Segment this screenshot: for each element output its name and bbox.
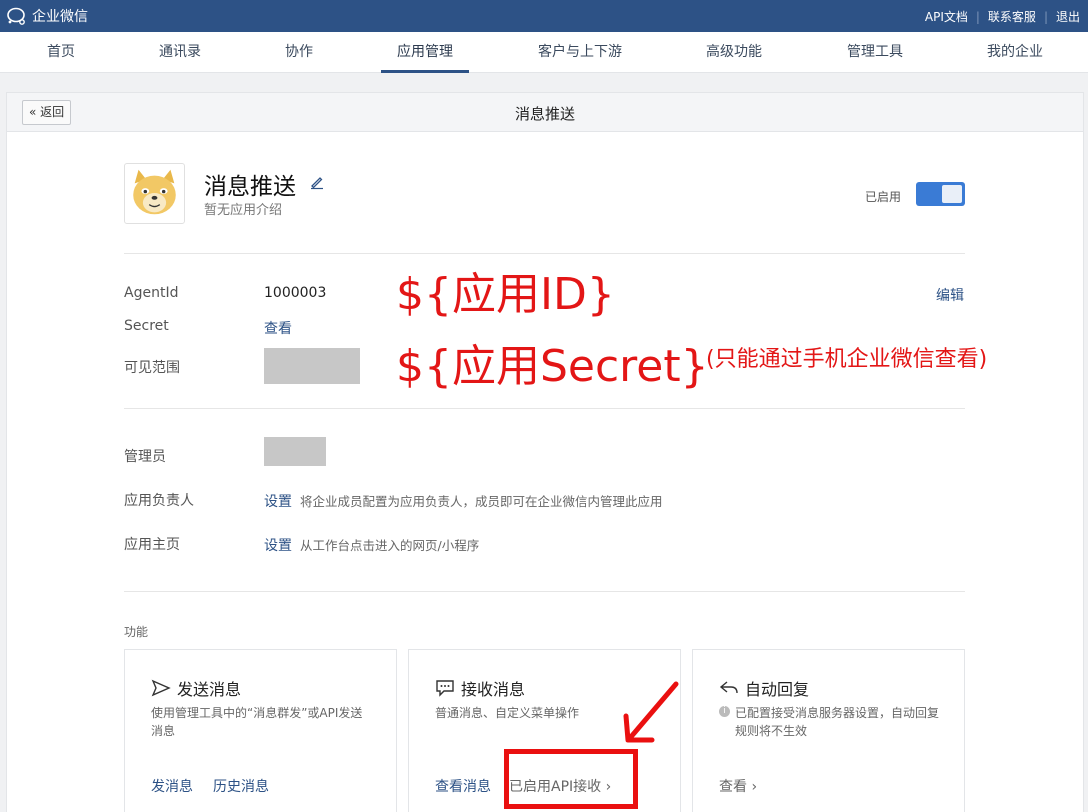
owner-label: 应用负责人 — [124, 493, 194, 509]
send-message-desc: 使用管理工具中的“消息群发”或API发送消息 — [151, 706, 363, 738]
nav-contacts[interactable]: 通讯录 — [151, 32, 209, 72]
owner-hint: 将企业成员配置为应用负责人，成员即可在企业微信内管理此应用 — [300, 494, 663, 509]
view-secret-link[interactable]: 查看 — [264, 318, 292, 338]
enabled-status-label: 已启用 — [865, 190, 902, 204]
top-bar: 企业微信 API文档 | 联系客服 | 退出 — [0, 0, 1088, 32]
send-message-link[interactable]: 发消息 — [151, 779, 193, 795]
visibility-redacted — [264, 348, 360, 384]
send-icon — [151, 679, 171, 697]
nav-my-company[interactable]: 我的企业 — [979, 32, 1051, 72]
wecom-logo-icon — [7, 7, 25, 25]
panel-header: « 返回 消息推送 — [7, 93, 1083, 132]
contact-support-link[interactable]: 联系客服 — [988, 8, 1036, 25]
secret-label: Secret — [124, 318, 169, 334]
appid-annotation: ${应用ID} — [396, 269, 615, 320]
visibility-label: 可见范围 — [124, 360, 180, 376]
main-nav: 首页 通讯录 协作 应用管理 客户与上下游 高级功能 管理工具 我的企业 — [0, 32, 1088, 73]
auto-reply-desc-wrap: i 已配置接受消息服务器设置，自动回复规则将不生效 — [719, 704, 939, 740]
nav-collaboration[interactable]: 协作 — [278, 32, 320, 72]
view-messages-link[interactable]: 查看消息 — [435, 779, 491, 795]
app-description: 暂无应用介绍 — [204, 203, 283, 218]
page-title: 消息推送 — [514, 105, 575, 123]
logout-link[interactable]: 退出 — [1056, 8, 1080, 25]
homepage-settings-link[interactable]: 设置 — [264, 538, 292, 554]
features-section-label: 功能 — [124, 625, 149, 639]
card-actions: 发消息 历史消息 — [151, 776, 289, 796]
admin-redacted — [264, 437, 326, 466]
edit-pencil-icon[interactable] — [309, 174, 325, 190]
info-icon: i — [719, 706, 730, 717]
send-message-card: 发送消息 使用管理工具中的“消息群发”或API发送消息 发消息 历史消息 — [124, 649, 397, 812]
card-title: 接收消息 — [435, 676, 525, 700]
divider — [124, 408, 965, 409]
top-links: API文档 | 联系客服 | 退出 — [925, 8, 1080, 25]
nav-customers[interactable]: 客户与上下游 — [530, 32, 630, 72]
card-title: 发送消息 — [151, 676, 241, 700]
homepage-label: 应用主页 — [124, 537, 180, 553]
divider — [124, 253, 965, 254]
reply-icon — [719, 681, 738, 694]
highlight-box — [504, 749, 638, 809]
api-docs-link[interactable]: API文档 — [925, 8, 968, 25]
owner-row: 设置 将企业成员配置为应用负责人，成员即可在企业微信内管理此应用 — [264, 491, 663, 511]
logo-text: 企业微信 — [32, 9, 88, 25]
separator: | — [1043, 9, 1048, 24]
owner-settings-link[interactable]: 设置 — [264, 494, 292, 510]
nav-advanced[interactable]: 高级功能 — [698, 32, 770, 72]
app-avatar — [124, 163, 185, 224]
separator: | — [975, 9, 980, 24]
auto-reply-desc: 已配置接受消息服务器设置，自动回复规则将不生效 — [735, 706, 940, 738]
enable-toggle[interactable] — [916, 182, 965, 206]
nav-admin-tools[interactable]: 管理工具 — [839, 32, 911, 72]
card-title: 自动回复 — [719, 676, 809, 700]
homepage-hint: 从工作台点击进入的网页/小程序 — [300, 538, 480, 553]
agentid-value: 1000003 — [264, 285, 327, 301]
auto-reply-title: 自动回复 — [745, 680, 810, 699]
chat-bubble-icon — [436, 680, 454, 697]
edit-link[interactable]: 编辑 — [936, 285, 964, 305]
secret-note-annotation: (只能通过手机企业微信查看) — [706, 347, 988, 372]
logo[interactable]: 企业微信 — [6, 6, 88, 26]
auto-reply-card: 自动回复 i 已配置接受消息服务器设置，自动回复规则将不生效 查看 › — [692, 649, 965, 812]
admin-label: 管理员 — [124, 449, 166, 465]
homepage-row: 设置 从工作台点击进入的网页/小程序 — [264, 535, 479, 555]
receive-message-title: 接收消息 — [461, 680, 526, 699]
doge-avatar-icon — [133, 169, 176, 215]
send-message-title: 发送消息 — [177, 680, 242, 699]
annotation-arrow-icon — [623, 681, 679, 743]
card-actions: 查看 › — [719, 776, 777, 796]
view-auto-reply-link[interactable]: 查看 › — [719, 779, 757, 795]
divider — [124, 591, 965, 592]
message-history-link[interactable]: 历史消息 — [213, 779, 269, 795]
secret-annotation: ${应用Secret} — [396, 341, 709, 392]
agentid-label: AgentId — [124, 285, 179, 301]
nav-app-management[interactable]: 应用管理 — [381, 32, 469, 73]
nav-home[interactable]: 首页 — [40, 32, 82, 72]
app-name: 消息推送 — [204, 174, 296, 200]
app-detail-panel: « 返回 消息推送 消息推送 暂无应用介绍 已启用 AgentId 100000… — [6, 92, 1084, 812]
